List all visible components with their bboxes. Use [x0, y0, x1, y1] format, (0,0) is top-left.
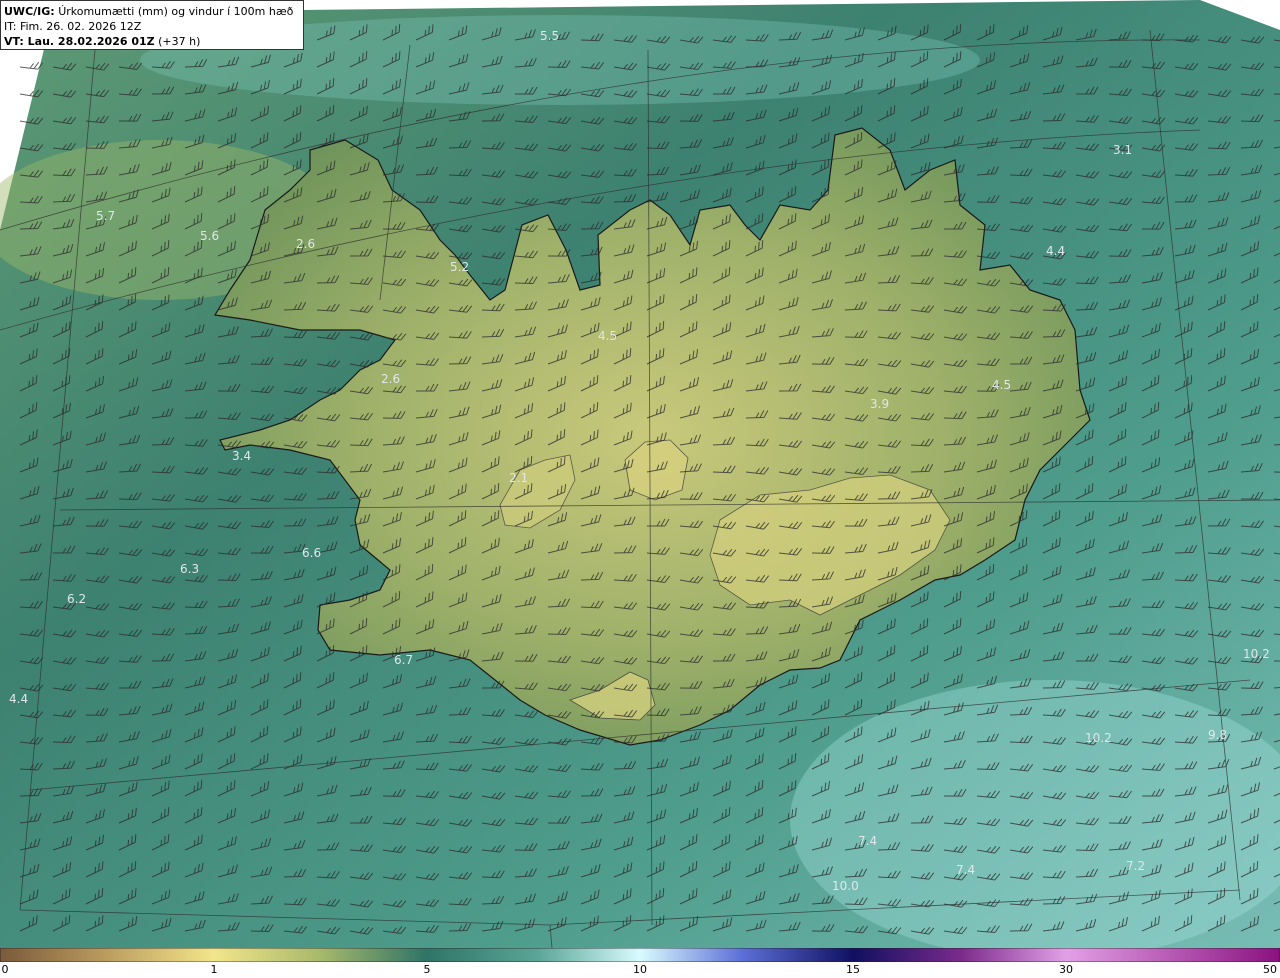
value-label: 2.1 [509, 471, 528, 485]
value-label: 7.4 [956, 863, 975, 877]
colorbar-tick: 10 [633, 963, 647, 976]
value-label: 3.9 [870, 397, 889, 411]
value-label: 10.2 [1085, 731, 1112, 745]
colorbar: 0 1 5 10 15 30 50 [0, 948, 1280, 978]
value-label: 9.8 [1208, 728, 1227, 742]
value-label: 2.6 [296, 237, 315, 251]
value-label: 5.5 [540, 29, 559, 43]
value-label: 2.6 [381, 372, 400, 386]
value-label: 7.2 [1126, 859, 1145, 873]
value-label: 6.7 [394, 653, 413, 667]
value-label: 5.7 [96, 209, 115, 223]
value-label: 3.4 [232, 449, 251, 463]
colorbar-tick: 1 [210, 963, 218, 976]
colorbar-tick: 15 [846, 963, 860, 976]
value-label: 10.2 [1243, 647, 1270, 661]
value-label: 4.4 [9, 692, 28, 706]
value-label: 3.1 [1113, 143, 1132, 157]
valid-time-line: VT: Lau. 28.02.2026 01Z (+37 h) [4, 34, 300, 49]
value-label: 6.2 [67, 592, 86, 606]
value-label: 5.6 [200, 229, 219, 243]
value-label: 4.5 [598, 329, 617, 343]
title-line: UWC/IG: Úrkomumætti (mm) og vindur í 100… [4, 4, 300, 19]
colorbar-tick: 5 [423, 963, 431, 976]
init-time: IT: Fim. 26. 02. 2026 12Z [4, 20, 142, 33]
value-label: 6.3 [180, 562, 199, 576]
valid-time: VT: Lau. 28.02.2026 01Z [4, 35, 155, 48]
value-label: 4.4 [1046, 244, 1065, 258]
colorbar-tick: 30 [1059, 963, 1073, 976]
map-description: Úrkomumætti (mm) og vindur í 100m hæð [58, 5, 294, 18]
map-title-box: UWC/IG: Úrkomumætti (mm) og vindur í 100… [0, 0, 304, 50]
value-label: 10.0 [832, 879, 859, 893]
colorbar-strip [0, 948, 1280, 962]
value-label: 6.6 [302, 546, 321, 560]
value-label: 7.4 [858, 834, 877, 848]
value-label: 4.5 [992, 378, 1011, 392]
colorbar-tick: 0 [1, 963, 9, 976]
precipitation-wind-map: 5.7 5.6 2.6 5.2 4.5 3.9 4.5 4.4 3.1 2.6 … [0, 0, 1280, 948]
colorbar-tick: 50 [1263, 963, 1277, 976]
forecast-lead: (+37 h) [158, 35, 201, 48]
value-label: 5.2 [450, 260, 469, 274]
product-name: UWC/IG: [4, 5, 55, 18]
